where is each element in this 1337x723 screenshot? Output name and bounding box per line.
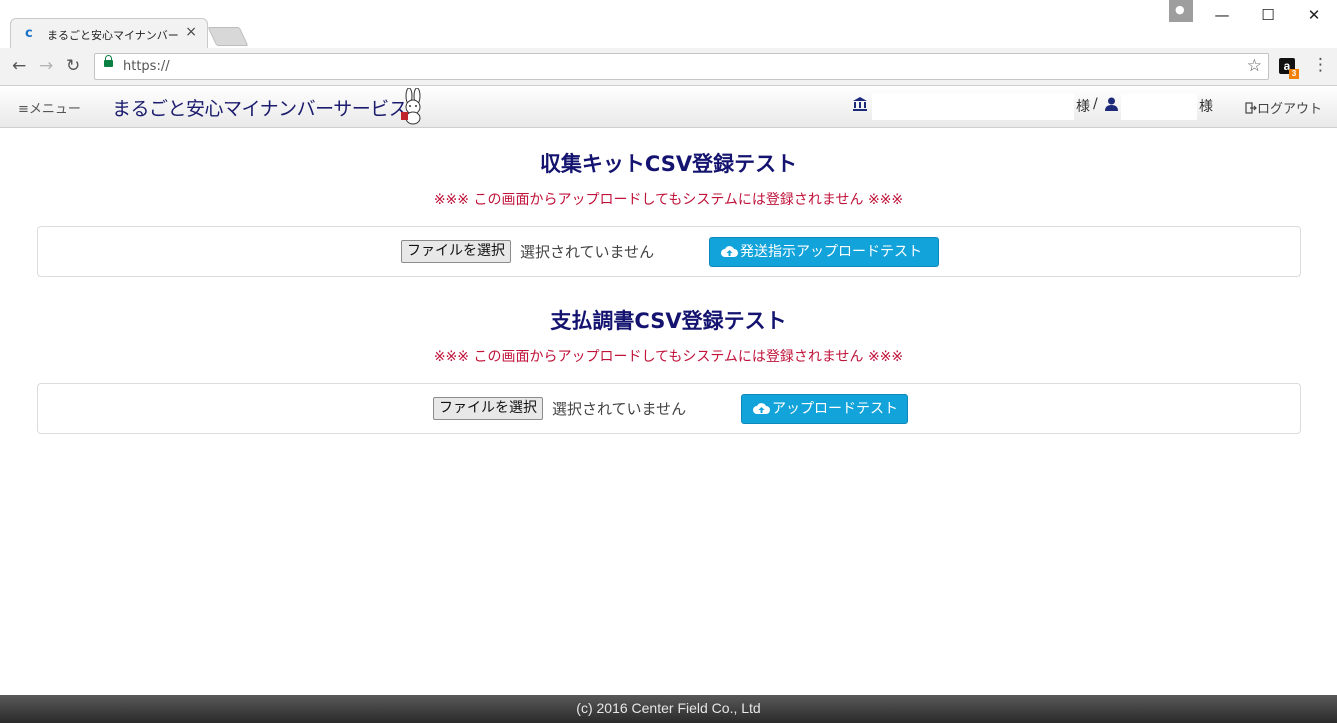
section-title-payment-record: 支払調書CSV登録テスト bbox=[550, 309, 787, 333]
profile-button[interactable]: ● bbox=[1169, 0, 1193, 22]
user-name bbox=[1121, 94, 1197, 120]
upload-button-label: アップロードテスト bbox=[772, 401, 898, 417]
upload-panel-collection-kit: ファイルを選択 選択されていません 発送指示アップロードテスト bbox=[37, 226, 1301, 277]
warning-text: ※※※ この画面からアップロードしてもシステムには登録されません ※※※ bbox=[433, 349, 904, 365]
profile-icon: ● bbox=[1175, 3, 1185, 16]
browser-titlebar: c まるごと安心マイナンバー × ● — ☐ ✕ bbox=[0, 0, 1337, 48]
footer: (c) 2016 Center Field Co., Ltd bbox=[0, 695, 1337, 723]
user-suffix: 様 bbox=[1199, 99, 1213, 115]
file-select-button[interactable]: ファイルを選択 bbox=[433, 397, 543, 420]
bank-icon bbox=[853, 97, 867, 111]
file-status-text: 選択されていません bbox=[552, 400, 687, 418]
copyright-text: (c) 2016 Center Field Co., Ltd bbox=[576, 700, 761, 716]
tab-title: まるごと安心マイナンバー bbox=[47, 29, 179, 42]
browser-tab[interactable]: c まるごと安心マイナンバー × bbox=[10, 18, 208, 48]
logout-icon bbox=[1245, 102, 1257, 114]
header-separator: / bbox=[1093, 96, 1098, 112]
organization-name bbox=[872, 94, 1074, 120]
organization-suffix: 様 bbox=[1076, 99, 1090, 115]
cloud-upload-icon bbox=[721, 246, 738, 257]
browser-toolbar: ← → ↻ https:// ☆ a 3 ⋮ bbox=[0, 48, 1337, 86]
forward-button[interactable]: → bbox=[39, 56, 53, 76]
window-minimize-button[interactable]: — bbox=[1200, 2, 1244, 28]
warning-text: ※※※ この画面からアップロードしてもシステムには登録されません ※※※ bbox=[433, 192, 904, 208]
logout-button[interactable]: ログアウト bbox=[1245, 98, 1322, 117]
menu-button[interactable]: ≡メニュー bbox=[18, 98, 81, 117]
bookmark-star-icon[interactable]: ☆ bbox=[1247, 56, 1262, 76]
app-header: ≡メニュー まるごと安心マイナンバーサービス 様 / 様 ログアウト bbox=[0, 86, 1337, 128]
file-select-button[interactable]: ファイルを選択 bbox=[401, 240, 511, 263]
site-favicon-icon: c bbox=[25, 26, 33, 41]
new-tab-button[interactable] bbox=[207, 27, 249, 46]
upload-button-label: 発送指示アップロードテスト bbox=[740, 244, 922, 260]
cloud-upload-icon bbox=[753, 403, 770, 414]
file-status-text: 選択されていません bbox=[520, 243, 655, 261]
tab-close-icon[interactable]: × bbox=[185, 24, 197, 40]
upload-panel-payment-record: ファイルを選択 選択されていません アップロードテスト bbox=[37, 383, 1301, 434]
extension-badge: 3 bbox=[1289, 69, 1299, 79]
logout-label: ログアウト bbox=[1257, 102, 1323, 117]
address-bar[interactable]: https:// ☆ bbox=[94, 53, 1269, 80]
window-close-button[interactable]: ✕ bbox=[1292, 2, 1336, 28]
upload-test-button[interactable]: アップロードテスト bbox=[741, 394, 908, 424]
section-title-collection-kit: 収集キットCSV登録テスト bbox=[539, 152, 798, 176]
browser-menu-icon[interactable]: ⋮ bbox=[1312, 55, 1329, 75]
back-button[interactable]: ← bbox=[12, 56, 26, 76]
user-icon bbox=[1105, 97, 1118, 111]
lock-icon bbox=[104, 55, 113, 67]
shipping-upload-test-button[interactable]: 発送指示アップロードテスト bbox=[709, 237, 939, 267]
url-text: https:// bbox=[123, 59, 170, 74]
reload-button[interactable]: ↻ bbox=[66, 56, 80, 76]
brand-title[interactable]: まるごと安心マイナンバーサービス bbox=[112, 94, 408, 121]
mascot-rabbit-icon bbox=[401, 88, 421, 125]
window-maximize-button[interactable]: ☐ bbox=[1246, 2, 1290, 28]
